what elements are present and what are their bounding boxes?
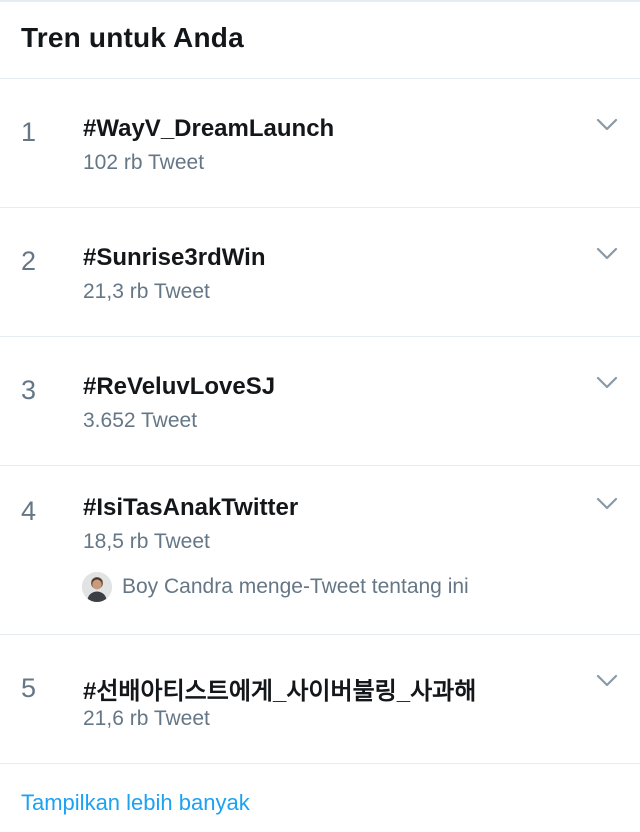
chevron-down-icon[interactable] (596, 497, 618, 511)
trend-tweet-count: 21,6 rb Tweet (83, 707, 210, 730)
trend-name: #선배아티스트에게_사이버불링_사과해 (83, 678, 477, 705)
trend-context-text: Boy Candra menge-Tweet tentang ini (122, 575, 469, 598)
trends-panel: Tren untuk Anda 1 #WayV_DreamLaunch 102 … (0, 0, 640, 832)
trend-tweet-count: 3.652 Tweet (83, 409, 198, 432)
trend-tweet-count: 21,3 rb Tweet (83, 280, 210, 303)
chevron-down-icon[interactable] (596, 376, 618, 390)
user-avatar-image (82, 572, 112, 602)
trend-item-5[interactable]: 5 #선배아티스트에게_사이버불링_사과해 21,6 rb Tweet (0, 635, 640, 764)
trend-rank: 4 (21, 496, 37, 526)
show-more-link[interactable]: Tampilkan lebih banyak (21, 790, 250, 816)
trend-rank: 1 (21, 117, 37, 147)
trends-header: Tren untuk Anda (0, 2, 640, 79)
trend-name: #ReVeluvLoveSJ (83, 373, 276, 400)
page-title: Tren untuk Anda (21, 22, 244, 53)
chevron-down-icon[interactable] (596, 674, 618, 688)
trend-tweet-count: 18,5 rb Tweet (83, 530, 210, 553)
trend-rank: 3 (21, 375, 37, 405)
trend-rank: 2 (21, 246, 37, 276)
trend-item-3[interactable]: 3 #ReVeluvLoveSJ 3.652 Tweet (0, 337, 640, 466)
trend-rank: 5 (21, 673, 37, 703)
trend-context: Boy Candra menge-Tweet tentang ini (82, 572, 469, 602)
trend-item-1[interactable]: 1 #WayV_DreamLaunch 102 rb Tweet (0, 79, 640, 208)
chevron-down-icon[interactable] (596, 247, 618, 261)
chevron-down-icon[interactable] (596, 118, 618, 132)
trend-item-4[interactable]: 4 #IsiTasAnakTwitter 18,5 rb Tweet Boy C… (0, 466, 640, 635)
avatar[interactable] (82, 572, 112, 602)
trend-name: #IsiTasAnakTwitter (83, 494, 299, 521)
trend-tweet-count: 102 rb Tweet (83, 151, 205, 174)
trend-item-2[interactable]: 2 #Sunrise3rdWin 21,3 rb Tweet (0, 208, 640, 337)
trend-name: #WayV_DreamLaunch (83, 115, 335, 142)
trend-name: #Sunrise3rdWin (83, 244, 266, 271)
